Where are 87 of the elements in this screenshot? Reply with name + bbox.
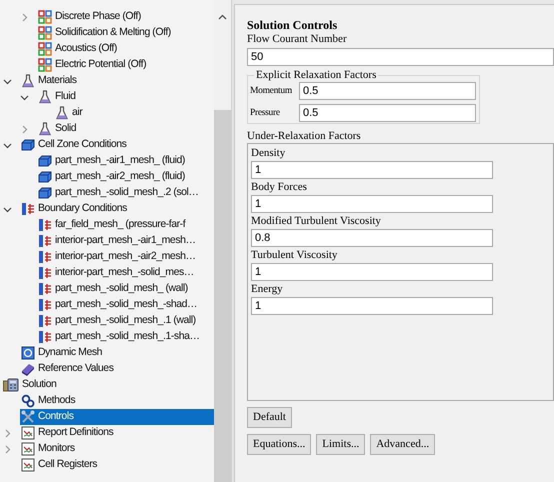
boundary-icon (38, 234, 52, 248)
flask-icon (38, 90, 52, 104)
input-field[interactable]: 0.5 (299, 82, 476, 100)
cube-icon (21, 138, 35, 152)
field-label: Pressure (250, 106, 281, 120)
tree-item[interactable]: part_mesh_-solid_mesh_ (wall) (37, 281, 214, 297)
grid-icon (38, 26, 52, 40)
flask-icon (55, 106, 69, 120)
tree-item[interactable]: Fluid (37, 89, 214, 105)
tree-item[interactable]: air (54, 105, 214, 121)
tree-item[interactable]: part_mesh_-solid_mesh_.1-sha… (37, 329, 214, 345)
panel-title: Solution Controls (247, 17, 338, 31)
chevron-right-icon[interactable] (20, 124, 29, 134)
field-label: Density (251, 146, 286, 161)
tree-item[interactable]: interior-part_mesh_-solid_mes… (37, 265, 214, 281)
group-title: Explicit Relaxation Factors (254, 69, 378, 81)
cube-icon (38, 154, 52, 168)
tools-icon (21, 410, 35, 424)
field-label: Body Forces (251, 180, 308, 195)
tree-item[interactable]: Solid (37, 121, 214, 137)
action-button[interactable]: Default (247, 407, 292, 428)
tree-item[interactable]: part_mesh_-solid_mesh_-shad… (37, 297, 214, 313)
boundary-icon (38, 218, 52, 232)
cube-icon (38, 186, 52, 200)
input-field[interactable]: 50 (247, 48, 554, 66)
chart-icon (21, 442, 35, 456)
field-label: Turbulent Viscosity (251, 248, 338, 263)
tree-item[interactable]: Dynamic Mesh (20, 345, 214, 361)
chevron-right-icon[interactable] (20, 12, 29, 22)
input-field[interactable]: 0.5 (299, 104, 476, 122)
tree-item[interactable]: Cell Zone Conditions (20, 137, 214, 153)
grid-icon (38, 42, 52, 56)
tree-item[interactable]: Methods (20, 393, 214, 409)
scroll-up-icon[interactable] (218, 14, 228, 20)
input-field[interactable]: 1 (251, 263, 493, 281)
tree-item[interactable]: Solution (2, 377, 214, 393)
tree-item[interactable]: Cell Registers (20, 457, 214, 473)
boundary-icon (38, 250, 52, 264)
tree-item[interactable]: Materials (20, 73, 214, 89)
chevron-down-icon[interactable] (3, 140, 12, 150)
tree-item[interactable]: Boundary Conditions (20, 201, 214, 217)
boundary-icon (38, 330, 52, 344)
boundary-icon (38, 298, 52, 312)
action-button[interactable]: Equations... (247, 434, 312, 455)
field-label: Energy (251, 282, 284, 297)
field-label: Flow Courant Number (247, 32, 348, 48)
tree-item[interactable]: Report Definitions (20, 425, 214, 441)
field-label: Momentum (250, 84, 293, 98)
input-field[interactable]: 0.8 (251, 229, 493, 247)
boundary-icon (38, 266, 52, 280)
tree-item[interactable]: Solidification & Melting (Off) (37, 25, 214, 41)
calculator-icon (3, 378, 19, 392)
chart-icon (21, 458, 35, 472)
tree-item[interactable]: Acoustics (Off) (37, 41, 214, 57)
grid-icon (38, 10, 52, 24)
tree-item[interactable]: Reference Values (20, 361, 214, 377)
input-field[interactable]: 1 (251, 195, 493, 213)
field-label: Modified Turbulent Viscosity (251, 214, 382, 229)
tree-item[interactable]: far_field_mesh_ (pressure-far-f (37, 217, 214, 233)
book-icon (21, 362, 35, 376)
boundary-icon (21, 202, 35, 216)
tree-item[interactable]: part_mesh_-air2_mesh_ (fluid) (37, 169, 214, 185)
boundary-icon (38, 314, 52, 328)
tree-item[interactable]: Discrete Phase (Off) (37, 9, 214, 25)
grid-icon (38, 58, 52, 72)
tree-item[interactable]: Monitors (20, 441, 214, 457)
tree-item[interactable]: part_mesh_-solid_mesh_.1 (wall) (37, 313, 214, 329)
tree-item[interactable]: part_mesh_-air1_mesh_ (fluid) (37, 153, 214, 169)
chevron-down-icon[interactable] (3, 204, 12, 214)
tree-item[interactable]: part_mesh_-solid_mesh_.2 (sol… (37, 185, 214, 201)
section-title: Under-Relaxation Factors (247, 129, 362, 143)
tree-item[interactable]: Controls (20, 409, 214, 425)
flask-icon (38, 122, 52, 136)
scroll-thumb[interactable] (214, 110, 231, 482)
boundary-icon (38, 282, 52, 296)
action-button[interactable]: Limits... (316, 434, 366, 455)
flask-icon (21, 74, 35, 88)
tree-item[interactable]: interior-part_mesh_-air1_mesh… (37, 233, 214, 249)
chart-icon (21, 426, 35, 440)
tree-item[interactable]: interior-part_mesh_-air2_mesh… (37, 249, 214, 265)
action-button[interactable]: Advanced... (370, 434, 436, 455)
tree-item[interactable]: Electric Potential (Off) (37, 57, 214, 73)
input-field[interactable]: 1 (251, 161, 493, 179)
input-field[interactable]: 1 (251, 297, 493, 315)
mesh-icon (21, 346, 35, 360)
gears-icon (21, 394, 35, 408)
cube-icon (38, 170, 52, 184)
